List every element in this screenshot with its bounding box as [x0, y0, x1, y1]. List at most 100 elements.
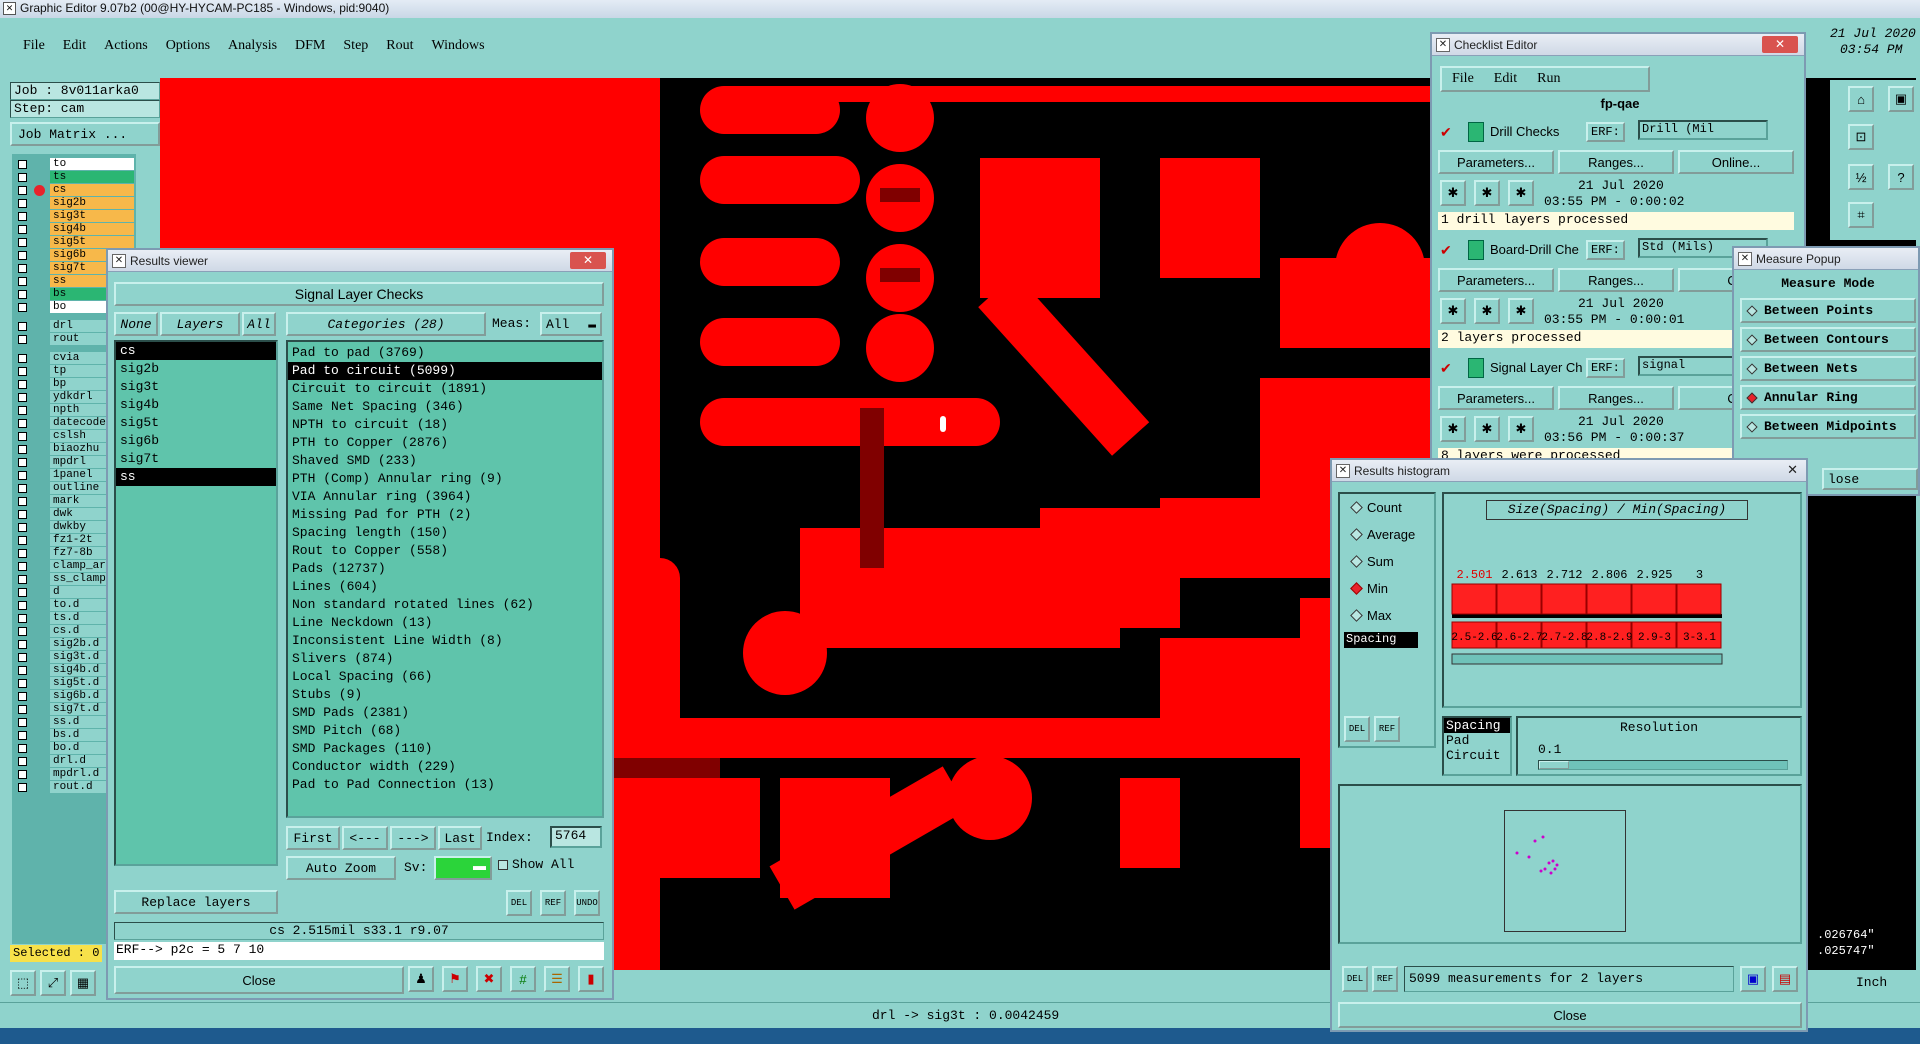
result-layer-item[interactable]: sig3t	[116, 378, 276, 396]
layer-checkbox[interactable]	[18, 212, 27, 221]
check-enabled-icon[interactable]: ✔	[1440, 242, 1452, 259]
layer-checkbox[interactable]	[18, 744, 27, 753]
result-layer-item[interactable]: sig7t	[116, 450, 276, 468]
result-layer-item[interactable]: sig4b	[116, 396, 276, 414]
histogram-scrollbar[interactable]	[1451, 653, 1723, 665]
category-item[interactable]: Shaved SMD (233)	[288, 452, 602, 470]
categories-list[interactable]: Pad to pad (3769) Pad to circuit (5099) Ci…	[286, 340, 604, 818]
check-enabled-icon[interactable]: ✔	[1440, 360, 1452, 377]
layer-checkbox[interactable]	[18, 251, 27, 260]
summary-ref-button[interactable]: REF	[1372, 966, 1398, 992]
ref-button[interactable]: REF	[540, 890, 566, 916]
prev-button[interactable]: <---	[342, 826, 388, 850]
layer-checkbox[interactable]	[18, 731, 27, 740]
menu-file[interactable]: File	[14, 36, 54, 62]
menu-edit[interactable]: Edit	[54, 36, 95, 62]
layers-button[interactable]: Layers	[160, 312, 240, 336]
menu-step[interactable]: Step	[334, 36, 377, 62]
layer-checkbox[interactable]	[18, 588, 27, 597]
histogram-mode-min[interactable]: Min	[1350, 581, 1388, 596]
measure-type-circuit[interactable]: Circuit	[1444, 748, 1510, 763]
checklist-menu-file[interactable]: File	[1442, 68, 1484, 90]
auto-zoom-dropdown[interactable]: Auto Zoom	[286, 856, 396, 880]
layer-checkbox[interactable]	[18, 393, 27, 402]
person-icon[interactable]: ♟	[408, 966, 434, 992]
histogram-bar[interactable]	[1541, 583, 1587, 615]
units-label[interactable]: Inch	[1856, 975, 1887, 990]
check-name[interactable]: Board-Drill Che	[1490, 242, 1584, 257]
list-icon[interactable]: ☰	[544, 966, 570, 992]
measure-mode-item[interactable]: Between Midpoints	[1740, 414, 1916, 439]
hist-ref-button[interactable]: REF	[1374, 716, 1400, 742]
category-item[interactable]: Spacing length (150)	[288, 524, 602, 542]
histogram-bar[interactable]	[1676, 583, 1722, 615]
menu-options[interactable]: Options	[157, 36, 219, 62]
layer-checkbox[interactable]	[18, 601, 27, 610]
category-item[interactable]: Lines (604)	[288, 578, 602, 596]
measure-type-list[interactable]: Spacing Pad Circuit	[1442, 716, 1512, 776]
chart-icon[interactable]: ▮	[578, 966, 604, 992]
layer-checkbox[interactable]	[18, 562, 27, 571]
result-layer-item[interactable]: cs	[116, 342, 276, 360]
category-item[interactable]: Circuit to circuit (1891)	[288, 380, 602, 398]
histogram-mode-max[interactable]: Max	[1350, 608, 1392, 623]
layer-checkbox[interactable]	[18, 264, 27, 273]
category-item[interactable]: SMD Pads (2381)	[288, 704, 602, 722]
check-params-button[interactable]: Parameters...	[1438, 268, 1554, 292]
run-icon[interactable]: ✱	[1508, 180, 1534, 206]
histogram-bar[interactable]	[1586, 583, 1632, 615]
layers-none-button[interactable]: None	[114, 312, 158, 336]
measure-mode-item[interactable]: Between Contours	[1740, 327, 1916, 352]
layer-checkbox[interactable]	[18, 536, 27, 545]
result-layer-item[interactable]: sig5t	[116, 414, 276, 432]
checklist-menu-edit[interactable]: Edit	[1484, 68, 1527, 90]
check-name[interactable]: Drill Checks	[1490, 124, 1584, 139]
histogram-mode-sum[interactable]: Sum	[1350, 554, 1394, 569]
layer-checkbox[interactable]	[18, 322, 27, 331]
meas-dropdown[interactable]: All ▬	[540, 312, 602, 336]
checklist-menu-run[interactable]: Run	[1527, 68, 1570, 90]
layer-checkbox[interactable]	[18, 666, 27, 675]
menu-analysis[interactable]: Analysis	[219, 36, 286, 62]
layer-checkbox[interactable]	[18, 627, 27, 636]
result-layer-item[interactable]: sig6b	[116, 432, 276, 450]
layer-checkbox[interactable]	[18, 354, 27, 363]
run-icon[interactable]: ✱	[1440, 416, 1466, 442]
results-close-button[interactable]: Close	[114, 966, 404, 994]
select-tool-icon[interactable]: ⬚	[10, 970, 36, 996]
layer-checkbox[interactable]	[18, 173, 27, 182]
layers-all-button[interactable]: All	[242, 312, 276, 336]
close-icon[interactable]: ✕	[1787, 462, 1798, 478]
measure-type-spacing[interactable]: Spacing	[1444, 718, 1510, 733]
histogram-chart[interactable]: 2.501 2.5-2.6 2.613 2.6-2.7 2.712 2.7-2.8 2.80…	[1446, 524, 1798, 704]
measure-type-pad[interactable]: Pad	[1444, 733, 1510, 748]
layer-checkbox[interactable]	[18, 510, 27, 519]
close-icon[interactable]: ✕	[570, 252, 606, 269]
layer-checkbox[interactable]	[18, 718, 27, 727]
slider-thumb[interactable]	[1539, 761, 1569, 769]
ratio-icon[interactable]: ½	[1848, 164, 1874, 190]
layer-checkbox[interactable]	[18, 238, 27, 247]
category-item[interactable]: Line Neckdown (13)	[288, 614, 602, 632]
category-item[interactable]: Pad to circuit (5099)	[288, 362, 602, 380]
help-icon[interactable]: ?	[1888, 164, 1914, 190]
histogram-close-button[interactable]: Close	[1338, 1002, 1802, 1028]
run-icon[interactable]: ✱	[1474, 180, 1500, 206]
histogram-bar[interactable]	[1631, 583, 1677, 615]
histogram-bar[interactable]	[1496, 583, 1542, 615]
layer-checkbox[interactable]	[18, 705, 27, 714]
replace-layers-dropdown[interactable]: Replace layers	[114, 890, 278, 914]
pin-icon[interactable]: ⊡	[1848, 124, 1874, 150]
del-button[interactable]: DEL	[506, 890, 532, 916]
run-icon[interactable]: ✱	[1508, 298, 1534, 324]
category-item[interactable]: SMD Pitch (68)	[288, 722, 602, 740]
category-item[interactable]: Same Net Spacing (346)	[288, 398, 602, 416]
layer-checkbox[interactable]	[18, 471, 27, 480]
category-item[interactable]: Rout to Copper (558)	[288, 542, 602, 560]
frame-icon[interactable]: ▣	[1888, 86, 1914, 112]
cross-icon[interactable]: ✖	[476, 966, 502, 992]
home-icon[interactable]: ⌂	[1848, 86, 1874, 112]
layer-checkbox[interactable]	[18, 225, 27, 234]
index-field[interactable]: 5764	[550, 826, 602, 848]
histogram-mode-count[interactable]: Count	[1350, 500, 1402, 515]
